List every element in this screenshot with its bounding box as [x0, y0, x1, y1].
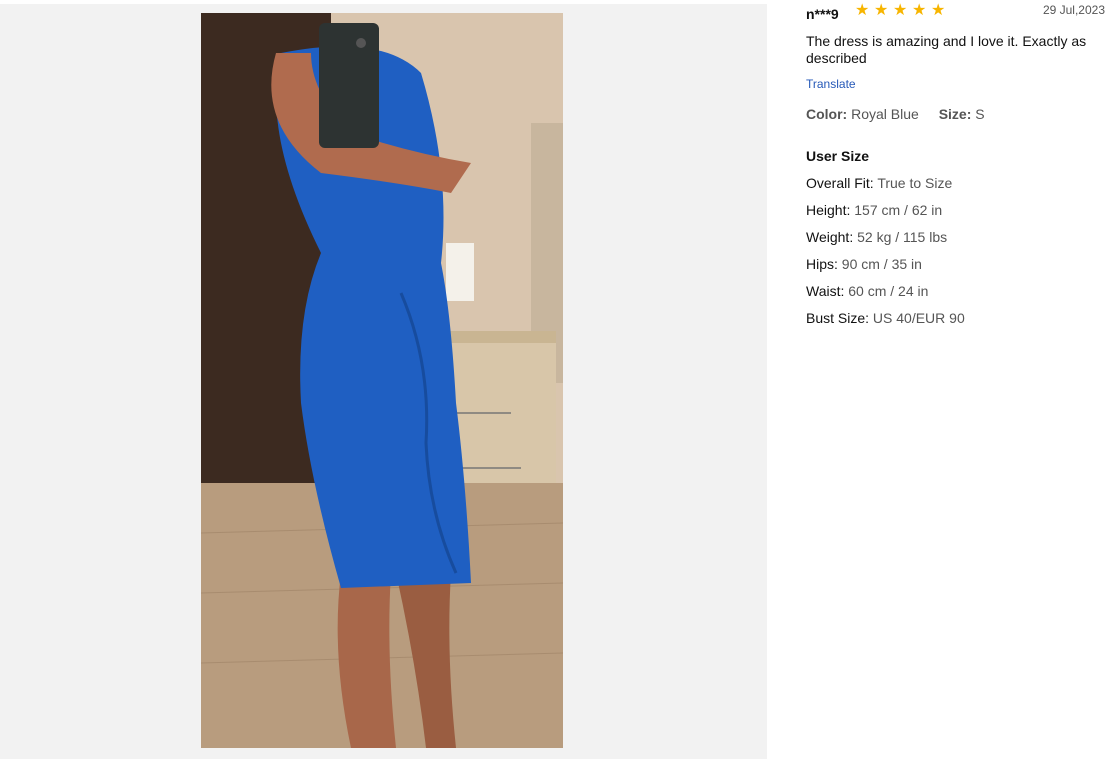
size-row-label: Waist: [806, 283, 845, 299]
size-row-label: Hips: [806, 256, 838, 272]
size-row-label: Weight: [806, 229, 854, 245]
star-icon: ★ [912, 2, 927, 19]
translate-link[interactable]: Translate [806, 77, 856, 91]
star-icon: ★ [893, 2, 908, 19]
user-size-title: User Size [806, 148, 870, 164]
size-row-value: 90 cm / 35 in [841, 256, 922, 272]
star-icon: ★ [855, 2, 870, 19]
size-value: S [975, 106, 985, 122]
color-value: Royal Blue [851, 106, 919, 122]
size-row-weight: Weight: 52 kg / 115 lbs [806, 229, 965, 256]
size-row-value: 52 kg / 115 lbs [857, 229, 948, 245]
rating-stars: ★ ★ ★ ★ ★ [855, 3, 947, 19]
purchase-attributes: Color: Royal Blue Size: S [806, 106, 985, 122]
size-row-value: 60 cm / 24 in [848, 283, 929, 299]
user-size-list: Overall Fit: True to Size Height: 157 cm… [806, 175, 965, 337]
size-row-value: 157 cm / 62 in [854, 202, 943, 218]
size-row-height: Height: 157 cm / 62 in [806, 202, 965, 229]
size-row-value: US 40/EUR 90 [872, 310, 965, 326]
size-row-label: Bust Size: [806, 310, 870, 326]
review-date: 29 Jul,2023 [1042, 3, 1105, 17]
review-header: n***9 ★ ★ ★ ★ ★ 29 Jul,2023 [806, 0, 1111, 28]
size-row-bust: Bust Size: US 40/EUR 90 [806, 310, 965, 337]
review-photo[interactable] [201, 13, 563, 748]
star-icon: ★ [931, 2, 946, 19]
size-row-hips: Hips: 90 cm / 35 in [806, 256, 965, 283]
review-card: n***9 ★ ★ ★ ★ ★ 29 Jul,2023 The dress is… [806, 0, 1111, 759]
size-row-label: Height: [806, 202, 851, 218]
review-photo-panel [0, 4, 767, 759]
size-row-overall-fit: Overall Fit: True to Size [806, 175, 965, 202]
size-label: Size: [938, 106, 972, 122]
review-author: n***9 [806, 6, 839, 22]
size-row-waist: Waist: 60 cm / 24 in [806, 283, 965, 310]
review-comment: The dress is amazing and I love it. Exac… [806, 33, 1087, 66]
size-row-value: True to Size [877, 175, 953, 191]
color-label: Color: [806, 106, 848, 122]
size-row-label: Overall Fit: [806, 175, 874, 191]
star-icon: ★ [874, 2, 889, 19]
